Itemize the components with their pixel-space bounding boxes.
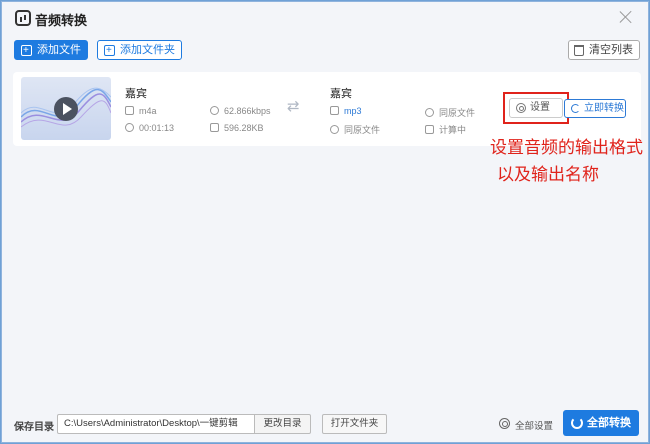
source-size: 596.28KB	[210, 123, 264, 133]
save-dir-label: 保存目录	[14, 422, 54, 433]
gear-icon	[499, 418, 510, 429]
source-duration: 00:01:13	[125, 123, 174, 133]
add-file-icon	[21, 42, 32, 60]
file-format-icon	[125, 106, 134, 115]
item-settings-label: 设置	[530, 102, 550, 113]
output-size-value: 计算中	[439, 125, 467, 135]
clock-icon	[125, 123, 134, 132]
output-format-value: mp3	[344, 106, 362, 116]
file-size-icon	[425, 125, 434, 134]
source-file-name: 嘉宾	[125, 88, 147, 100]
bitrate-icon	[210, 106, 219, 115]
window-title: 音频转换	[35, 13, 88, 28]
source-format: m4a	[125, 106, 157, 116]
refresh-icon	[571, 104, 580, 113]
source-bitrate-value: 62.866kbps	[224, 106, 271, 116]
audio-thumbnail	[21, 77, 111, 140]
output-location-value: 同原文件	[344, 125, 381, 135]
bottom-bar: 保存目录 C:\Users\Administrator\Desktop\一键剪辑…	[2, 410, 648, 442]
app-logo-icon	[15, 10, 31, 26]
all-settings-button[interactable]: 全部设置	[499, 418, 553, 432]
close-icon[interactable]	[618, 9, 634, 25]
gear-icon	[516, 103, 526, 113]
output-size: 计算中	[425, 123, 466, 136]
add-folder-button[interactable]: 添加文件夹	[97, 40, 182, 60]
convert-now-label: 立即转换	[584, 103, 624, 114]
quality-icon	[425, 108, 434, 117]
source-bitrate: 62.866kbps	[210, 106, 271, 116]
annotation-text: 设置音频的输出格式 以及输出名称	[490, 134, 643, 188]
convert-all-button[interactable]: 全部转换	[563, 410, 639, 436]
add-folder-icon	[104, 42, 115, 60]
audio-converter-window: 音频转换 添加文件 添加文件夹 清空列表 嘉宾 m4a 62.8	[1, 1, 649, 443]
clear-list-button[interactable]: 清空列表	[568, 40, 640, 60]
convert-all-label: 全部转换	[587, 417, 631, 429]
convert-arrow-icon: ⇄	[287, 98, 300, 115]
output-file-name[interactable]: 嘉宾	[330, 85, 352, 101]
source-duration-value: 00:01:13	[139, 123, 175, 133]
change-dir-button[interactable]: 更改目录	[254, 414, 311, 434]
source-size-value: 596.28KB	[224, 123, 264, 133]
clear-list-label: 清空列表	[589, 44, 633, 56]
annotation-line-2: 以及输出名称	[497, 165, 599, 184]
output-location: 同原文件	[330, 123, 380, 136]
trash-icon	[574, 45, 584, 56]
refresh-icon	[571, 417, 583, 429]
output-quality: 同原文件	[425, 106, 475, 119]
annotation-line-1: 设置音频的输出格式	[490, 138, 643, 157]
all-settings-label: 全部设置	[515, 421, 554, 432]
play-icon[interactable]	[54, 97, 78, 121]
clock-icon	[330, 125, 339, 134]
add-file-button[interactable]: 添加文件	[14, 40, 88, 60]
output-quality-value: 同原文件	[439, 108, 476, 118]
source-format-value: m4a	[139, 106, 157, 116]
toolbar: 添加文件 添加文件夹 清空列表	[2, 38, 648, 62]
add-file-label: 添加文件	[37, 44, 81, 56]
item-settings-button[interactable]: 设置	[509, 98, 563, 118]
open-folder-button[interactable]: 打开文件夹	[322, 414, 387, 434]
file-format-icon	[330, 106, 339, 115]
title-bar: 音频转换	[2, 2, 648, 34]
convert-now-button[interactable]: 立即转换	[564, 99, 626, 118]
add-folder-label: 添加文件夹	[120, 44, 175, 56]
output-format[interactable]: mp3	[330, 106, 362, 116]
save-dir-input[interactable]: C:\Users\Administrator\Desktop\一键剪辑	[57, 414, 255, 434]
file-size-icon	[210, 123, 219, 132]
